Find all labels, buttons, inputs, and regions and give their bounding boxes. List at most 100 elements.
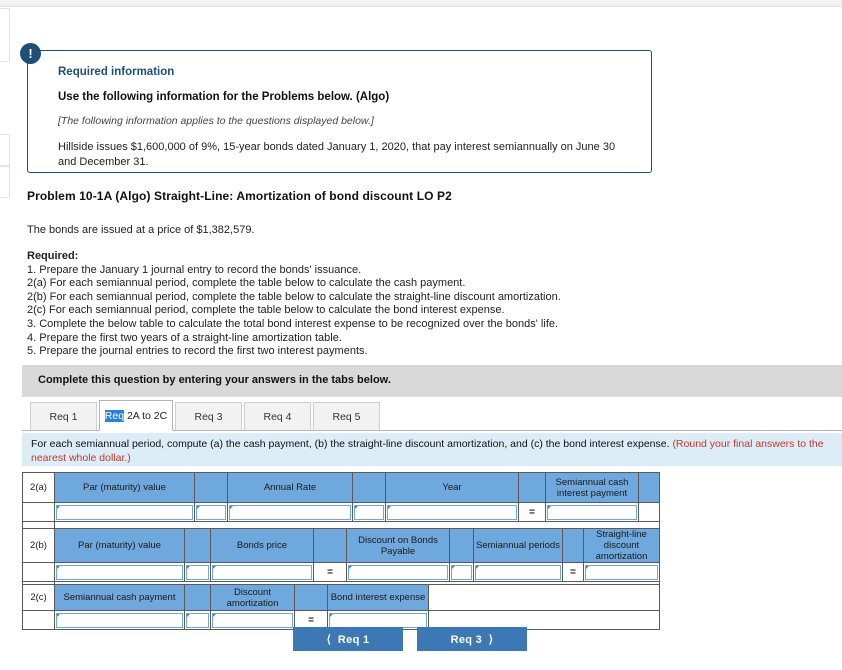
left-edge-panel-3 <box>0 166 10 198</box>
input-bonds-price-2b[interactable] <box>210 562 314 582</box>
tab-req-4[interactable]: Req 4 <box>244 402 311 431</box>
col-header-spacer <box>518 472 546 503</box>
input-operator-slot[interactable] <box>184 562 211 582</box>
input-straight-line-discount-amortization-2b[interactable] <box>583 562 660 582</box>
next-requirement-button[interactable]: Req 3 ⟩ <box>417 627 527 651</box>
cell-box[interactable] <box>475 564 561 580</box>
row-label-blank <box>22 562 55 582</box>
row-label-blank <box>22 610 55 630</box>
input-semiannual-cash-payment-2c[interactable] <box>54 610 185 630</box>
col-header-spacer <box>562 528 584 563</box>
col-header: Annual Rate <box>227 472 353 503</box>
cell-box[interactable] <box>354 504 384 520</box>
cell-box[interactable] <box>56 612 183 628</box>
table-row-inputs: = <box>22 502 660 522</box>
cell-box[interactable] <box>186 612 209 628</box>
input-operator-slot[interactable] <box>184 610 211 630</box>
cell-box[interactable] <box>387 504 517 520</box>
cell-box[interactable] <box>451 564 472 580</box>
tab-req-5[interactable]: Req 5 <box>313 402 380 431</box>
col-header: Straight-line discount amortization <box>583 528 660 563</box>
tab-label: Req 5 <box>332 411 361 423</box>
input-par-value-2a[interactable] <box>54 502 195 522</box>
col-header: Par (maturity) value <box>54 528 185 563</box>
cell-box[interactable] <box>56 504 193 520</box>
input-annual-rate-2a[interactable] <box>227 502 353 522</box>
table-2a: 2(a) Par (maturity) value Annual Rate Ye… <box>22 472 660 536</box>
requirements-list: Required: 1. Prepare the January 1 journ… <box>27 250 561 359</box>
input-semiannual-periods-2b[interactable] <box>473 562 563 582</box>
row-label-2c: 2(c) <box>22 584 55 611</box>
complete-question-banner: Complete this question by entering your … <box>22 365 842 397</box>
col-header-spacer <box>184 584 211 611</box>
requirement-item: 1. Prepare the January 1 journal entry t… <box>27 263 362 276</box>
tab-label-selected-part: Req <box>104 410 125 422</box>
col-header: Discount on Bonds Payable <box>346 528 450 563</box>
requirement-item: 2(a) For each semiannual period, complet… <box>27 277 466 290</box>
tab-label-rest: 2A to 2C <box>124 410 168 422</box>
cell-box[interactable] <box>212 612 293 628</box>
input-semiannual-cash-interest-2a[interactable] <box>545 502 639 522</box>
input-year-2a[interactable] <box>385 502 519 522</box>
table-row-header: 2(a) Par (maturity) value Annual Rate Ye… <box>22 472 660 503</box>
col-header-spacer <box>449 528 474 563</box>
operator-equals: = <box>562 562 584 582</box>
tab-req-2a-to-2c[interactable]: Req 2A to 2C <box>99 400 173 431</box>
operator-equals: = <box>518 502 546 522</box>
input-discount-amortization-2c[interactable] <box>210 610 295 630</box>
input-par-value-2b[interactable] <box>54 562 185 582</box>
prev-requirement-button[interactable]: ⟨ Req 1 <box>293 627 403 651</box>
cell-box[interactable] <box>229 504 351 520</box>
col-header: Semiannual periods <box>473 528 563 563</box>
input-operator-slot[interactable] <box>352 502 386 522</box>
tab-instruction-text: For each semiannual period, compute (a) … <box>31 438 673 450</box>
cell-box[interactable] <box>212 564 312 580</box>
complete-question-text: Complete this question by entering your … <box>38 374 391 386</box>
requirement-item: 4. Prepare the first two years of a stra… <box>27 331 342 344</box>
col-header: Par (maturity) value <box>54 472 195 503</box>
required-information-callout: Required information Use the following i… <box>27 50 652 173</box>
cell-box[interactable] <box>56 564 183 580</box>
tab-label: Req 4 <box>263 411 292 423</box>
cell-box[interactable] <box>547 504 637 520</box>
tab-instruction-banner: For each semiannual period, compute (a) … <box>22 433 842 466</box>
cell-blank <box>638 502 660 522</box>
top-chrome-strip <box>0 0 842 7</box>
col-header-spacer <box>638 472 660 503</box>
required-information-title: Required information <box>58 66 175 78</box>
requirements-label: Required: <box>27 250 79 262</box>
cell-box[interactable] <box>186 564 209 580</box>
table-row-header: 2(c) Semiannual cash payment Discount am… <box>22 584 660 611</box>
requirement-item: 3. Complete the below table to calculate… <box>27 317 559 330</box>
tab-label: Req 3 <box>194 411 223 423</box>
table-row-header: 2(b) Par (maturity) value Bonds price Di… <box>22 528 660 563</box>
next-button-label: Req 3 <box>450 633 483 646</box>
col-header: Discount amortization <box>210 584 295 611</box>
cell-box[interactable] <box>585 564 658 580</box>
required-information-subtitle: Use the following information for the Pr… <box>58 91 390 103</box>
cell-box[interactable] <box>196 504 226 520</box>
input-operator-slot[interactable] <box>194 502 228 522</box>
input-discount-on-bonds-payable-2b[interactable] <box>346 562 450 582</box>
requirement-tabs: Req 1 Req 2A to 2C Req 3 Req 4 Req 5 <box>30 400 382 431</box>
col-header-spacer <box>352 472 386 503</box>
col-header: Bonds price <box>210 528 314 563</box>
tab-req-1[interactable]: Req 1 <box>30 402 97 431</box>
table-row-inputs: = = <box>22 562 660 582</box>
prev-button-label: Req 1 <box>337 633 370 646</box>
requirement-item: 2(b) For each semiannual period, complet… <box>27 290 561 303</box>
col-header: Semiannual cash interest payment <box>545 472 639 503</box>
col-header-spacer <box>194 472 228 503</box>
cell-box[interactable] <box>329 612 427 628</box>
col-header: Year <box>385 472 519 503</box>
col-header: Bond interest expense <box>327 584 429 611</box>
tab-req-3[interactable]: Req 3 <box>175 402 242 431</box>
left-edge-panel-1 <box>0 8 10 62</box>
table-2c: 2(c) Semiannual cash payment Discount am… <box>22 584 660 630</box>
col-header-spacer <box>184 528 211 563</box>
operator-equals: = <box>313 562 347 582</box>
bond-price-line: The bonds are issued at a price of $1,38… <box>27 224 255 236</box>
input-operator-slot[interactable] <box>449 562 474 582</box>
chevron-right-icon: ⟩ <box>488 633 494 646</box>
cell-box[interactable] <box>348 564 448 580</box>
